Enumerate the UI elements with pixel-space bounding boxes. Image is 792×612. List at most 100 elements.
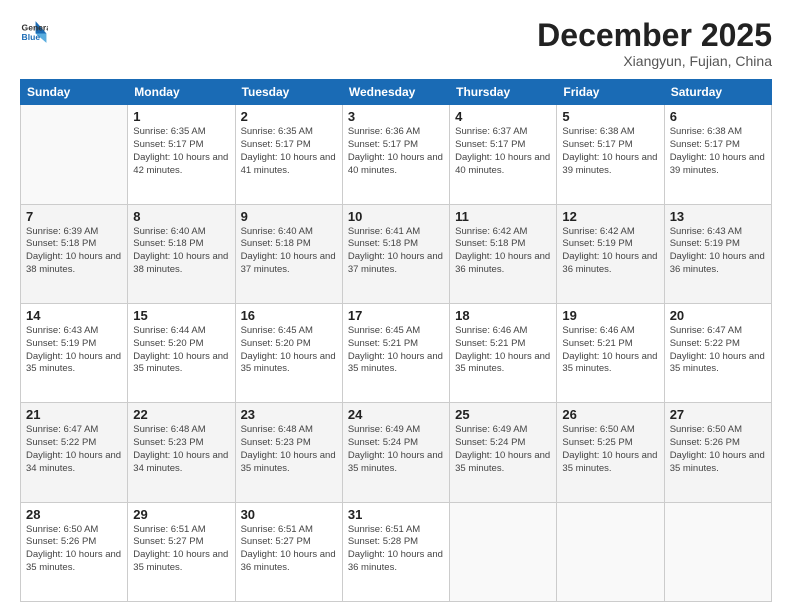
cell-4-0: 28 Sunrise: 6:50 AM Sunset: 5:26 PM Dayli… xyxy=(21,502,128,601)
cell-info: Sunrise: 6:42 AM Sunset: 5:18 PM Dayligh… xyxy=(455,226,551,277)
cell-info: Sunrise: 6:51 AM Sunset: 5:27 PM Dayligh… xyxy=(133,524,229,575)
cell-4-1: 29 Sunrise: 6:51 AM Sunset: 5:27 PM Dayli… xyxy=(128,502,235,601)
cell-info: Sunrise: 6:51 AM Sunset: 5:27 PM Dayligh… xyxy=(241,524,337,575)
day-number: 10 xyxy=(348,209,444,224)
day-number: 12 xyxy=(562,209,658,224)
cell-info: Sunrise: 6:36 AM Sunset: 5:17 PM Dayligh… xyxy=(348,126,444,177)
day-number: 2 xyxy=(241,109,337,124)
cell-3-4: 25Sunrise: 6:49 AM Sunset: 5:24 PM Dayli… xyxy=(450,403,557,502)
cell-1-0: 7Sunrise: 6:39 AM Sunset: 5:18 PM Daylig… xyxy=(21,204,128,303)
cell-info: Sunrise: 6:50 AM Sunset: 5:26 PM Dayligh… xyxy=(26,524,122,575)
cell-info: Sunrise: 6:49 AM Sunset: 5:24 PM Dayligh… xyxy=(455,424,551,475)
cell-info: Sunrise: 6:45 AM Sunset: 5:20 PM Dayligh… xyxy=(241,325,337,376)
cell-info: Sunrise: 6:43 AM Sunset: 5:19 PM Dayligh… xyxy=(26,325,122,376)
cell-info: Sunrise: 6:46 AM Sunset: 5:21 PM Dayligh… xyxy=(455,325,551,376)
header-row: Sunday Monday Tuesday Wednesday Thursday… xyxy=(21,80,772,105)
day-number: 31 xyxy=(348,507,444,522)
cell-3-2: 23 Sunrise: 6:48 AM Sunset: 5:23 PM Dayli… xyxy=(235,403,342,502)
cell-info: Sunrise: 6:43 AM Sunset: 5:19 PM Dayligh… xyxy=(670,226,766,277)
day-number: 8 xyxy=(133,209,229,224)
cell-4-4 xyxy=(450,502,557,601)
cell-0-5: 5 Sunrise: 6:38 AM Sunset: 5:17 PM Daylig… xyxy=(557,105,664,204)
day-number: 19 xyxy=(562,308,658,323)
header: General Blue December 2025 Xiangyun, Fuj… xyxy=(20,18,772,69)
cell-info: Sunrise: 6:37 AM Sunset: 5:17 PM Dayligh… xyxy=(455,126,551,177)
day-number: 29 xyxy=(133,507,229,522)
logo: General Blue xyxy=(20,18,48,46)
cell-1-3: 10 Sunrise: 6:41 AM Sunset: 5:18 PM Dayli… xyxy=(342,204,449,303)
day-number: 16 xyxy=(241,308,337,323)
title-block: December 2025 Xiangyun, Fujian, China xyxy=(537,18,772,69)
cell-info: Sunrise: 6:40 AM Sunset: 5:18 PM Dayligh… xyxy=(133,226,229,277)
cell-info: Sunrise: 6:40 AM Sunset: 5:18 PM Dayligh… xyxy=(241,226,337,277)
day-number: 14 xyxy=(26,308,122,323)
day-number: 27 xyxy=(670,407,766,422)
col-friday: Friday xyxy=(557,80,664,105)
cell-0-3: 3 Sunrise: 6:36 AM Sunset: 5:17 PM Daylig… xyxy=(342,105,449,204)
day-number: 15 xyxy=(133,308,229,323)
week-row-1: 7Sunrise: 6:39 AM Sunset: 5:18 PM Daylig… xyxy=(21,204,772,303)
cell-0-2: 2 Sunrise: 6:35 AM Sunset: 5:17 PM Daylig… xyxy=(235,105,342,204)
cell-info: Sunrise: 6:35 AM Sunset: 5:17 PM Dayligh… xyxy=(133,126,229,177)
cell-4-5 xyxy=(557,502,664,601)
week-row-4: 28 Sunrise: 6:50 AM Sunset: 5:26 PM Dayli… xyxy=(21,502,772,601)
cell-info: Sunrise: 6:46 AM Sunset: 5:21 PM Dayligh… xyxy=(562,325,658,376)
day-number: 22 xyxy=(133,407,229,422)
day-number: 24 xyxy=(348,407,444,422)
cell-3-6: 27 Sunrise: 6:50 AM Sunset: 5:26 PM Dayli… xyxy=(664,403,771,502)
cell-info: Sunrise: 6:35 AM Sunset: 5:17 PM Dayligh… xyxy=(241,126,337,177)
week-row-3: 21 Sunrise: 6:47 AM Sunset: 5:22 PM Dayli… xyxy=(21,403,772,502)
svg-text:General: General xyxy=(22,22,48,32)
day-number: 13 xyxy=(670,209,766,224)
month-title: December 2025 xyxy=(537,18,772,53)
cell-info: Sunrise: 6:41 AM Sunset: 5:18 PM Dayligh… xyxy=(348,226,444,277)
day-number: 26 xyxy=(562,407,658,422)
day-number: 1 xyxy=(133,109,229,124)
cell-info: Sunrise: 6:45 AM Sunset: 5:21 PM Dayligh… xyxy=(348,325,444,376)
col-wednesday: Wednesday xyxy=(342,80,449,105)
cell-2-3: 17 Sunrise: 6:45 AM Sunset: 5:21 PM Dayli… xyxy=(342,303,449,402)
day-number: 4 xyxy=(455,109,551,124)
day-number: 11 xyxy=(455,209,551,224)
day-number: 21 xyxy=(26,407,122,422)
cell-2-1: 15 Sunrise: 6:44 AM Sunset: 5:20 PM Dayli… xyxy=(128,303,235,402)
cell-2-6: 20Sunrise: 6:47 AM Sunset: 5:22 PM Dayli… xyxy=(664,303,771,402)
cell-info: Sunrise: 6:50 AM Sunset: 5:25 PM Dayligh… xyxy=(562,424,658,475)
cell-0-1: 1 Sunrise: 6:35 AM Sunset: 5:17 PM Daylig… xyxy=(128,105,235,204)
cell-info: Sunrise: 6:44 AM Sunset: 5:20 PM Dayligh… xyxy=(133,325,229,376)
day-number: 5 xyxy=(562,109,658,124)
calendar-table: Sunday Monday Tuesday Wednesday Thursday… xyxy=(20,79,772,602)
day-number: 23 xyxy=(241,407,337,422)
cell-2-0: 14 Sunrise: 6:43 AM Sunset: 5:19 PM Dayli… xyxy=(21,303,128,402)
cell-0-0 xyxy=(21,105,128,204)
cell-info: Sunrise: 6:48 AM Sunset: 5:23 PM Dayligh… xyxy=(241,424,337,475)
cell-info: Sunrise: 6:47 AM Sunset: 5:22 PM Dayligh… xyxy=(26,424,122,475)
page: General Blue December 2025 Xiangyun, Fuj… xyxy=(0,0,792,612)
day-number: 7 xyxy=(26,209,122,224)
cell-info: Sunrise: 6:49 AM Sunset: 5:24 PM Dayligh… xyxy=(348,424,444,475)
col-sunday: Sunday xyxy=(21,80,128,105)
cell-info: Sunrise: 6:48 AM Sunset: 5:23 PM Dayligh… xyxy=(133,424,229,475)
week-row-0: 1 Sunrise: 6:35 AM Sunset: 5:17 PM Daylig… xyxy=(21,105,772,204)
col-tuesday: Tuesday xyxy=(235,80,342,105)
cell-3-5: 26 Sunrise: 6:50 AM Sunset: 5:25 PM Dayli… xyxy=(557,403,664,502)
cell-4-2: 30Sunrise: 6:51 AM Sunset: 5:27 PM Dayli… xyxy=(235,502,342,601)
cell-info: Sunrise: 6:51 AM Sunset: 5:28 PM Dayligh… xyxy=(348,524,444,575)
day-number: 20 xyxy=(670,308,766,323)
col-thursday: Thursday xyxy=(450,80,557,105)
day-number: 17 xyxy=(348,308,444,323)
cell-info: Sunrise: 6:38 AM Sunset: 5:17 PM Dayligh… xyxy=(562,126,658,177)
svg-text:Blue: Blue xyxy=(22,32,41,42)
cell-info: Sunrise: 6:38 AM Sunset: 5:17 PM Dayligh… xyxy=(670,126,766,177)
col-saturday: Saturday xyxy=(664,80,771,105)
cell-3-1: 22 Sunrise: 6:48 AM Sunset: 5:23 PM Dayli… xyxy=(128,403,235,502)
cell-1-1: 8 Sunrise: 6:40 AM Sunset: 5:18 PM Daylig… xyxy=(128,204,235,303)
cell-info: Sunrise: 6:50 AM Sunset: 5:26 PM Dayligh… xyxy=(670,424,766,475)
cell-0-6: 6Sunrise: 6:38 AM Sunset: 5:17 PM Daylig… xyxy=(664,105,771,204)
day-number: 3 xyxy=(348,109,444,124)
cell-2-2: 16 Sunrise: 6:45 AM Sunset: 5:20 PM Dayli… xyxy=(235,303,342,402)
logo-icon: General Blue xyxy=(20,18,48,46)
location-subtitle: Xiangyun, Fujian, China xyxy=(537,53,772,69)
day-number: 28 xyxy=(26,507,122,522)
cell-1-4: 11 Sunrise: 6:42 AM Sunset: 5:18 PM Dayli… xyxy=(450,204,557,303)
